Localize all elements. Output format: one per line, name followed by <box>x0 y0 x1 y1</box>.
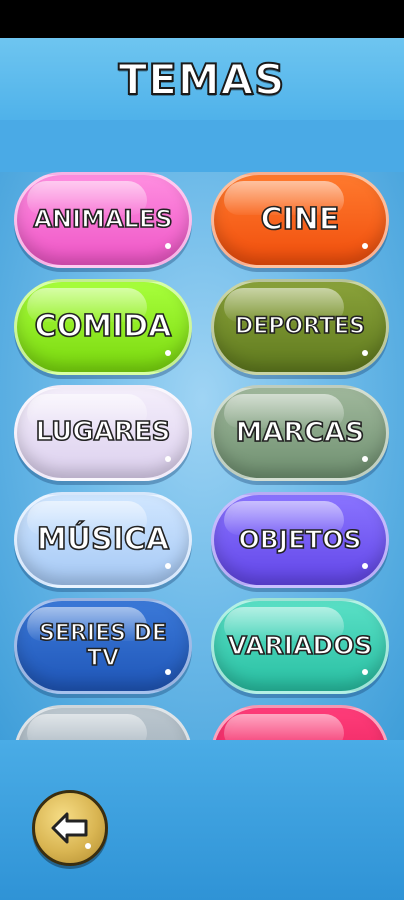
topic-button-deportes[interactable]: DEPORTES <box>211 279 389 375</box>
header: TEMAS <box>0 38 404 120</box>
topic-button-comida[interactable]: COMIDA <box>14 279 192 375</box>
topic-label: LUGARES <box>35 416 171 448</box>
topic-button-animales[interactable]: ANIMALES <box>14 172 192 268</box>
topics-grid[interactable]: ANIMALES CINE COMIDA DEPORTES LUGARES MA… <box>0 172 404 740</box>
back-button[interactable] <box>32 790 108 866</box>
topic-button-objetos[interactable]: OBJETOS <box>211 492 389 588</box>
back-arrow-icon <box>51 812 88 844</box>
page-title: TEMAS <box>118 54 286 105</box>
topic-button-variados[interactable]: VARIADOS <box>211 598 389 694</box>
topic-label: COMIDA <box>34 308 172 344</box>
topic-label: SERIES DE TV <box>38 620 167 672</box>
topic-label: MARCAS <box>235 417 365 450</box>
topic-label: ANIMALES <box>33 205 174 234</box>
topic-button-partial[interactable] <box>211 705 389 740</box>
status-bar <box>0 0 404 38</box>
topic-button-lugares[interactable]: LUGARES <box>14 385 192 481</box>
topic-button-cine[interactable]: CINE <box>211 172 389 268</box>
topic-button-series-de-tv[interactable]: SERIES DE TV <box>14 598 192 694</box>
topic-label: DEPORTES <box>234 314 366 341</box>
topic-label: OBJETOS <box>238 524 363 554</box>
topic-button-marcas[interactable]: MARCAS <box>211 385 389 481</box>
topic-label: MÚSICA <box>36 521 170 557</box>
header-divider-strip <box>0 120 404 172</box>
topic-button-musica[interactable]: MÚSICA <box>14 492 192 588</box>
topic-label: VARIADOS <box>227 630 374 660</box>
topic-button-partial[interactable] <box>14 705 192 740</box>
topic-label: CINE <box>260 201 340 237</box>
